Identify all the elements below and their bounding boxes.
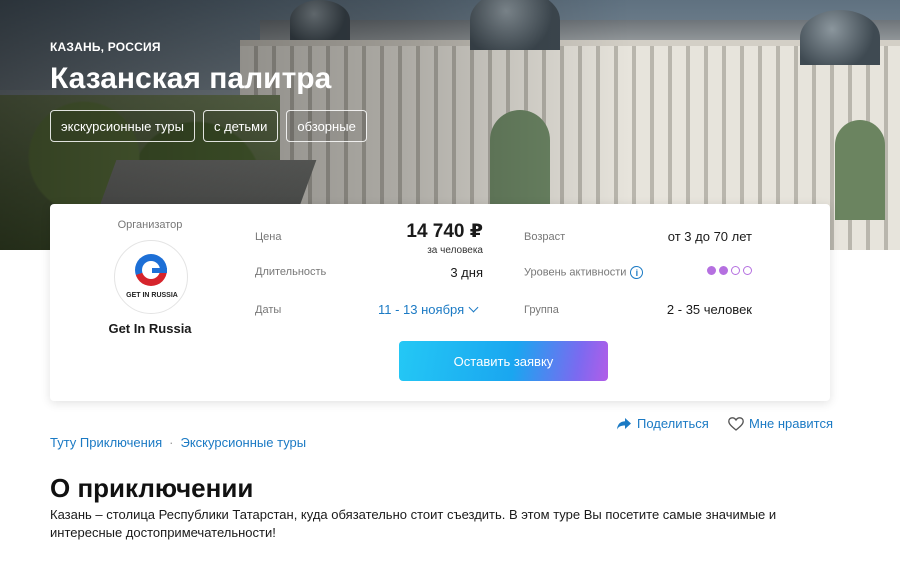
submit-request-button[interactable]: Оставить заявку: [399, 341, 608, 381]
chevron-down-icon: [468, 302, 479, 313]
tour-title: Казанская палитра: [50, 62, 332, 95]
tour-tags: экскурсионные туры с детьми обзорные: [50, 110, 367, 142]
dates-dropdown[interactable]: 11 - 13 ноября: [378, 302, 479, 317]
heart-icon: [728, 416, 744, 431]
share-link[interactable]: Поделиться: [617, 416, 709, 431]
dates-label: Даты: [255, 304, 282, 316]
tour-summary-card: Организатор GET IN RUSSIA Get In Russia …: [50, 204, 830, 401]
activity-dot: [731, 266, 740, 275]
tag-sightseeing[interactable]: обзорные: [286, 110, 367, 142]
price-label: Цена: [255, 231, 282, 243]
duration-value: 3 дня: [450, 265, 483, 280]
dates-value: 11 - 13 ноября: [378, 302, 465, 317]
tag-with-kids[interactable]: с детьми: [202, 110, 279, 142]
breadcrumb-item-tutu-adventures[interactable]: Туту Приключения: [50, 435, 162, 450]
price-value: 14 740 ₽: [406, 221, 483, 242]
about-title: О приключении: [50, 473, 254, 503]
breadcrumb: Туту Приключения · Экскурсионные туры: [50, 435, 306, 450]
breadcrumb-separator: ·: [169, 435, 174, 450]
share-arrow-icon: [617, 417, 631, 429]
organizer-block: Организатор GET IN RUSSIA Get In Russia: [50, 204, 250, 401]
duration-label: Длительность: [255, 266, 327, 278]
about-text: Казань – столица Республики Татарстан, к…: [50, 507, 777, 540]
share-label: Поделиться: [637, 416, 709, 431]
breadcrumb-item-excursion-tours[interactable]: Экскурсионные туры: [180, 435, 306, 450]
activity-dot: [743, 266, 752, 275]
activity-dot: [719, 266, 728, 275]
group-value: 2 - 35 человек: [666, 302, 752, 317]
organizer-label: Организатор: [117, 219, 183, 231]
logo-g-bar: [152, 268, 167, 273]
age-label: Возраст: [524, 231, 566, 243]
hero-content: КАЗАНЬ, РОССИЯ Казанская палитра экскурс…: [50, 40, 367, 142]
organizer-logo-text: GET IN RUSSIA: [126, 292, 178, 299]
activity-label-row: Уровень активности i: [524, 266, 644, 279]
age-value: от 3 до 70 лет: [667, 229, 752, 244]
tag-excursion-tours[interactable]: экскурсионные туры: [50, 110, 195, 142]
activity-level-indicator: [707, 266, 752, 275]
like-label: Мне нравится: [749, 416, 834, 431]
activity-dot: [707, 266, 716, 275]
tour-location: КАЗАНЬ, РОССИЯ: [50, 40, 161, 54]
group-label: Группа: [524, 304, 559, 316]
info-icon[interactable]: i: [630, 266, 644, 279]
like-link[interactable]: Мне нравится: [728, 416, 833, 431]
price-note: за человека: [427, 245, 483, 256]
organizer-logo[interactable]: GET IN RUSSIA: [114, 240, 188, 314]
activity-label: Уровень активности: [524, 266, 627, 279]
organizer-name[interactable]: Get In Russia: [50, 321, 250, 336]
